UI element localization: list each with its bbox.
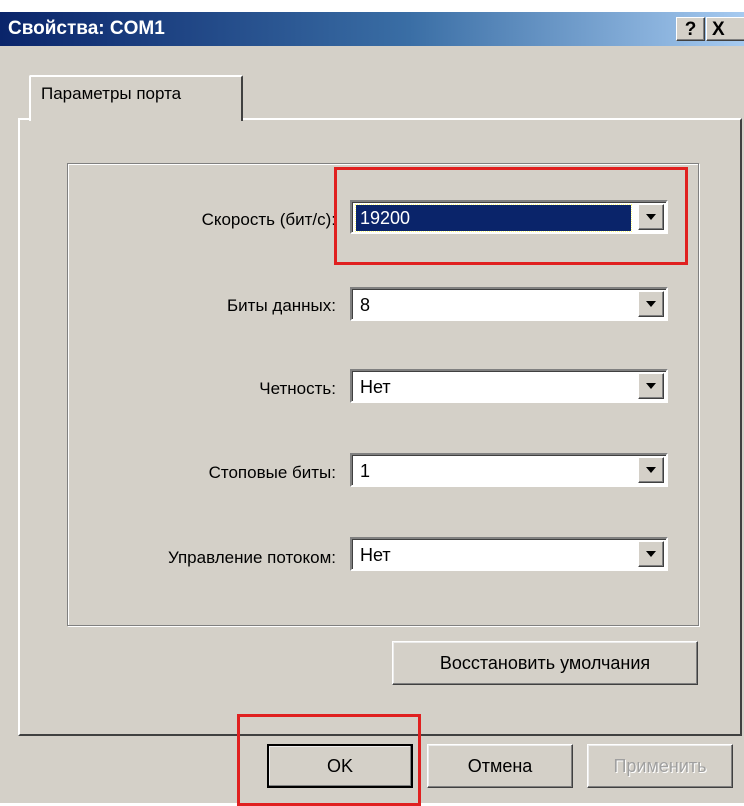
chevron-down-icon[interactable] [638,541,664,567]
chevron-down-icon[interactable] [638,457,664,483]
chevron-down-icon[interactable] [638,204,664,230]
speed-value: 19200 [355,204,632,232]
parity-value: Нет [360,377,391,397]
close-icon: X [712,19,725,40]
stop-bits-select[interactable]: 1 [350,453,668,487]
tab-port-settings[interactable]: Параметры порта [29,75,243,121]
chevron-down-icon[interactable] [638,291,664,317]
help-icon: ? [684,19,697,40]
ok-button[interactable]: OK [267,744,413,788]
restore-defaults-button[interactable]: Восстановить умолчания [392,641,698,685]
flow-control-label: Управление потоком: [167,548,336,567]
properties-dialog: Свойства: COM1 ? X Параметры порта Скоро… [0,12,744,806]
flow-control-select[interactable]: Нет [350,537,668,571]
cancel-button[interactable]: Отмена [427,744,573,788]
data-bits-select[interactable]: 8 [350,287,668,321]
apply-button: Применить [587,744,733,788]
title-bar[interactable]: Свойства: COM1 ? X [0,12,744,46]
chevron-down-icon[interactable] [638,373,664,399]
data-bits-label: Биты данных: [227,296,336,315]
parity-label: Четность: [259,379,336,398]
stop-bits-label: Стоповые биты: [208,463,336,482]
parity-select[interactable]: Нет [350,369,668,403]
data-bits-value: 8 [360,295,371,315]
help-button[interactable]: ? [676,17,705,41]
window-title: Свойства: COM1 [8,18,165,39]
speed-label: Скорость (бит/с): [201,210,336,229]
flow-control-value: Нет [360,545,391,565]
stop-bits-value: 1 [360,461,371,481]
speed-select[interactable]: 19200 [350,200,668,234]
close-button[interactable]: X [706,17,744,41]
